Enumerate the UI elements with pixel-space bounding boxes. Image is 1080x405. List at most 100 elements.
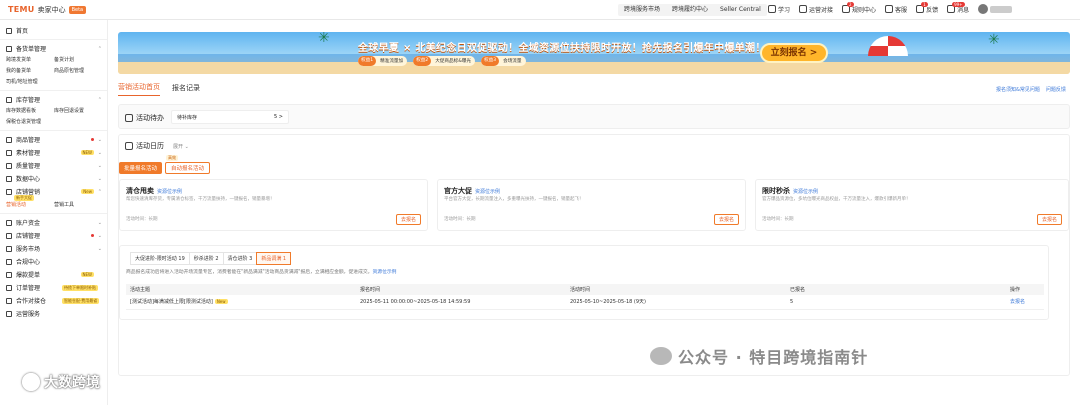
sidebar-sub-item[interactable]: 跨境发货单 bbox=[6, 55, 54, 66]
service-label: 客服 bbox=[895, 6, 908, 14]
expand-toggle[interactable]: 展开 ⌄ bbox=[173, 143, 189, 150]
subtab-clearance[interactable]: 清仓进阶 3 bbox=[222, 252, 258, 265]
table-header-row: 活动主题 报名时间 活动时间 已报名 操作 bbox=[126, 284, 1044, 295]
sidebar-item-partner-warehouse[interactable]: 合作对接仓 智能仓配·费用最省 bbox=[0, 294, 107, 307]
cell-activity-time: 2025-05-10~2025-05-18 (9天) bbox=[566, 295, 786, 310]
note-example-link[interactable]: 资源位示例 bbox=[372, 270, 396, 275]
sidebar-home-label: 首页 bbox=[16, 28, 29, 35]
go-signup-button[interactable]: 去报名 bbox=[395, 214, 421, 225]
sidebar-sub-item-activities[interactable]: 营销活动 bbox=[6, 200, 54, 211]
sidebar-sub-item[interactable]: 司机/地址管理 bbox=[6, 77, 96, 88]
book-icon bbox=[768, 5, 776, 13]
chevron-up-icon: ⌃ bbox=[97, 188, 102, 195]
help-links: 报名须知&常见问题 问题反馈 bbox=[996, 86, 1066, 93]
sidebar-sub-item[interactable]: 保税仓退货管理 bbox=[6, 117, 96, 128]
feedback-button[interactable]: 1 反馈 bbox=[916, 1, 939, 14]
message-button[interactable]: 99+ 消息 bbox=[947, 1, 969, 14]
subtab-new-discount[interactable]: 新品调满 1 bbox=[256, 252, 292, 265]
activity-calendar-card: 活动日历 展开 ⌄ 批量报名活动 高效 自动报名活动 清仓甩卖 资源位示例 帮您快速清… bbox=[118, 134, 1070, 376]
sidebar-sub-item[interactable]: 营销工具 bbox=[54, 200, 102, 211]
cell-signup-time: 2025-05-11 00:00:00~2025-05-18 14:59:59 bbox=[356, 295, 566, 310]
sidebar-item-materials[interactable]: 素材管理 NEW ⌄ bbox=[0, 146, 107, 159]
activity-name: 官方大促 资源位示例 bbox=[444, 186, 500, 196]
sidebar-item-quality[interactable]: 质量管理 ⌄ bbox=[0, 159, 107, 172]
sidebar-item-service-market[interactable]: 服务市场 ⌄ bbox=[0, 242, 107, 255]
banner-benefits: 权益1 精准流量加 权益2 大促商品标&曝光 权益3 会场流量 bbox=[358, 56, 526, 66]
sidebar-item-products[interactable]: 商品管理 ⌄ bbox=[0, 133, 107, 146]
sidebar-inventory-label: 库存管理 bbox=[16, 97, 41, 104]
benefit-pill: 权益2 大促商品标&曝光 bbox=[413, 56, 475, 66]
account-name-blurred bbox=[990, 5, 1013, 13]
sidebar-item-inventory[interactable]: 库存管理 ⌃ bbox=[0, 93, 107, 106]
feedback-label: 反馈 bbox=[926, 6, 939, 14]
account-menu[interactable] bbox=[978, 4, 1013, 14]
sidebar-inventory-sub: 库存数据看板 库存回退设置 保税仓退货管理 bbox=[0, 106, 107, 128]
sidebar-item-home[interactable]: 首页 bbox=[0, 24, 107, 37]
activity-name: 清仓甩卖 资源位示例 bbox=[126, 186, 182, 196]
banner-title: 全球早夏 × 北美纪念日双促驱动！全域资源位扶持限时开放！抢先报名引爆年中爆单潮… bbox=[358, 43, 766, 54]
sidebar-item-funds[interactable]: 账户资金 ⌄ bbox=[0, 216, 107, 229]
nav-service-market[interactable]: 跨境服务市场 bbox=[618, 4, 666, 16]
sidebar-item-prep[interactable]: 备货单管理 ⌃ bbox=[0, 42, 107, 55]
ops-contact-button[interactable]: 运营对接 bbox=[799, 5, 833, 14]
rules-label: 规则中心 bbox=[852, 6, 877, 14]
restock-todo[interactable]: 待补库存 5 > bbox=[171, 110, 289, 124]
sidebar-sub-item[interactable]: 库存回退设置 bbox=[54, 106, 102, 117]
sidebar-sub-item[interactable]: 库存数据看板 bbox=[6, 106, 54, 117]
sidebar-item-ops-service[interactable]: 运营服务 bbox=[0, 307, 107, 320]
activity-desc: 平台官方大促，长期流量注入，多重曝光扶持，一键报名，销量起飞！ bbox=[444, 197, 584, 202]
faq-link[interactable]: 报名须知&常见问题 bbox=[996, 86, 1040, 93]
benefit-text: 精准流量加 bbox=[380, 59, 404, 64]
resource-example-link[interactable]: 资源位示例 bbox=[793, 189, 818, 195]
logo[interactable]: TEMU 卖家中心 Beta bbox=[8, 5, 87, 15]
benefit-text: 会场流量 bbox=[503, 59, 522, 64]
sidebar-item-compliance[interactable]: 合规中心 bbox=[0, 255, 107, 268]
register-now-button[interactable]: 立刻报名 > bbox=[760, 43, 828, 63]
batch-signup-button[interactable]: 批量报名活动 bbox=[119, 162, 163, 174]
activity-time: 活动时间：长期 bbox=[444, 217, 476, 222]
activity-card-official-promo: 官方大促 资源位示例 平台官方大促，长期流量注入，多重曝光扶持，一键报名，销量起飞… bbox=[437, 179, 746, 231]
sidebar-label: 合作对接仓 bbox=[16, 298, 47, 305]
hot-badge: 高效 bbox=[166, 155, 179, 161]
resource-example-link[interactable]: 资源位示例 bbox=[157, 189, 182, 195]
rules-center-button[interactable]: 2 规则中心 bbox=[842, 1, 877, 14]
service-button[interactable]: 客服 bbox=[885, 5, 907, 14]
chevron-down-icon: ⌄ bbox=[97, 175, 102, 182]
box-icon bbox=[6, 45, 12, 52]
feedback-link[interactable]: 问题反馈 bbox=[1046, 86, 1066, 93]
auto-signup-button[interactable]: 高效 自动报名活动 bbox=[165, 155, 211, 174]
benefit-text: 大促商品标&曝光 bbox=[435, 59, 471, 64]
palm-leaf-icon: ✳ bbox=[318, 32, 330, 46]
sidebar-sub-item[interactable]: 商品原包管理 bbox=[54, 66, 102, 77]
corner-watermark-text: 大数跨境 bbox=[44, 375, 100, 391]
palm-leaf-icon: ✳ bbox=[988, 32, 1000, 48]
resource-example-link[interactable]: 资源位示例 bbox=[475, 189, 500, 195]
sidebar-sub-item[interactable]: 备货计划 bbox=[54, 55, 102, 66]
sidebar-sub-item[interactable]: 我的备货单 bbox=[6, 66, 54, 77]
sidebar-item-shop[interactable]: 店铺管理 ⌄ bbox=[0, 229, 107, 242]
subtab-flash[interactable]: 秒杀进阶 2 bbox=[188, 252, 224, 265]
nav-fulfillment-center[interactable]: 跨境履约中心 bbox=[666, 4, 714, 16]
warehouse-icon bbox=[6, 96, 12, 103]
col-theme: 活动主题 bbox=[126, 284, 356, 295]
quality-icon bbox=[6, 162, 12, 169]
promo-banner[interactable]: ✳ ✳ 全球早夏 × 北美纪念日双促驱动！全域资源位扶持限时开放！抢先报名引爆年… bbox=[118, 32, 1070, 74]
sidebar-prep-label: 备货单管理 bbox=[16, 46, 47, 53]
tab-signup-records[interactable]: 报名记录 bbox=[172, 83, 200, 96]
tab-activity-home[interactable]: 营销活动首页 bbox=[118, 82, 160, 96]
sidebar-item-orders[interactable]: 订单管理 待揽下单限时补贴 bbox=[0, 281, 107, 294]
subtab-promo[interactable]: 大促进阶-限时活动 19 bbox=[130, 252, 190, 265]
go-signup-button[interactable]: 去报名 bbox=[713, 214, 739, 225]
sidebar-item-data[interactable]: 数据中心 ⌄ bbox=[0, 172, 107, 185]
row-signup-link[interactable]: 去报名 bbox=[1010, 299, 1025, 305]
go-signup-button[interactable]: 去报名 bbox=[1036, 214, 1062, 225]
activity-table: 活动主题 报名时间 活动时间 已报名 操作 [测试活动]每满减低上限[限测试活动… bbox=[126, 284, 1044, 310]
chevron-down-icon: ⌄ bbox=[97, 245, 102, 252]
top-nav: 跨境服务市场 跨境履约中心 Seller Central bbox=[618, 4, 767, 16]
brand-logo: TEMU bbox=[8, 5, 35, 14]
nav-seller-central[interactable]: Seller Central bbox=[714, 4, 767, 16]
activity-title: 限时秒杀 bbox=[762, 187, 790, 195]
sidebar-item-hot-order[interactable]: 爆款提单 NEW bbox=[0, 268, 107, 281]
learn-button[interactable]: 学习 bbox=[768, 5, 790, 14]
sidebar-label: 素材管理 bbox=[16, 150, 41, 157]
